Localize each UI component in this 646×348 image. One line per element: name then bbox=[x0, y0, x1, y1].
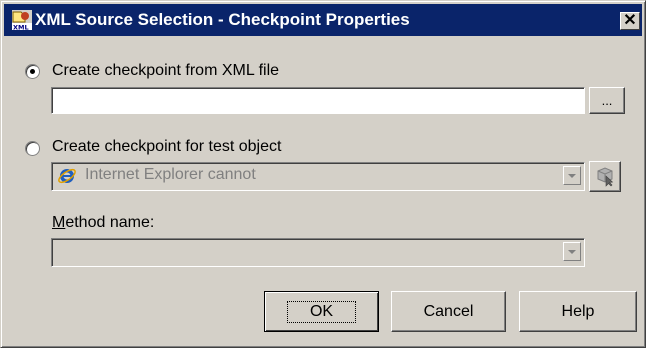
browse-button-label: ... bbox=[601, 93, 613, 108]
xml-file-path-input[interactable] bbox=[51, 87, 585, 114]
cancel-button-label: Cancel bbox=[423, 302, 474, 320]
internet-explorer-icon bbox=[58, 168, 76, 184]
ok-button[interactable]: OK bbox=[264, 291, 379, 332]
method-name-combo[interactable] bbox=[51, 238, 585, 267]
ok-button-label: OK bbox=[286, 300, 357, 323]
object-pointer-icon bbox=[597, 166, 614, 187]
close-icon: ✕ bbox=[623, 12, 637, 29]
object-pointer-button[interactable] bbox=[589, 161, 621, 192]
chevron-down-icon[interactable] bbox=[563, 242, 581, 261]
dialog-window: XML XML Source Selection - Checkpoint Pr… bbox=[0, 0, 646, 348]
title-bar[interactable]: XML XML Source Selection - Checkpoint Pr… bbox=[4, 4, 642, 36]
create-from-xml-file-label: Create checkpoint from XML file bbox=[52, 62, 280, 79]
method-name-label: Method name: bbox=[52, 214, 155, 231]
cancel-button[interactable]: Cancel bbox=[391, 291, 506, 332]
xml-icon: XML bbox=[12, 10, 32, 32]
test-object-value: Internet Explorer cannot bbox=[85, 166, 256, 183]
svg-text:XML: XML bbox=[13, 24, 29, 32]
radio-create-from-xml-file[interactable] bbox=[25, 64, 40, 79]
browse-button[interactable]: ... bbox=[589, 87, 625, 114]
help-button[interactable]: Help bbox=[519, 291, 637, 332]
radio-create-for-test-object[interactable] bbox=[25, 141, 40, 156]
chevron-down-icon[interactable] bbox=[563, 166, 581, 185]
help-button-label: Help bbox=[561, 302, 595, 320]
test-object-combo[interactable]: Internet Explorer cannot bbox=[51, 162, 585, 191]
window-title: XML Source Selection - Checkpoint Proper… bbox=[35, 10, 410, 29]
close-button[interactable]: ✕ bbox=[620, 12, 640, 30]
create-for-test-object-label: Create checkpoint for test object bbox=[52, 138, 282, 155]
